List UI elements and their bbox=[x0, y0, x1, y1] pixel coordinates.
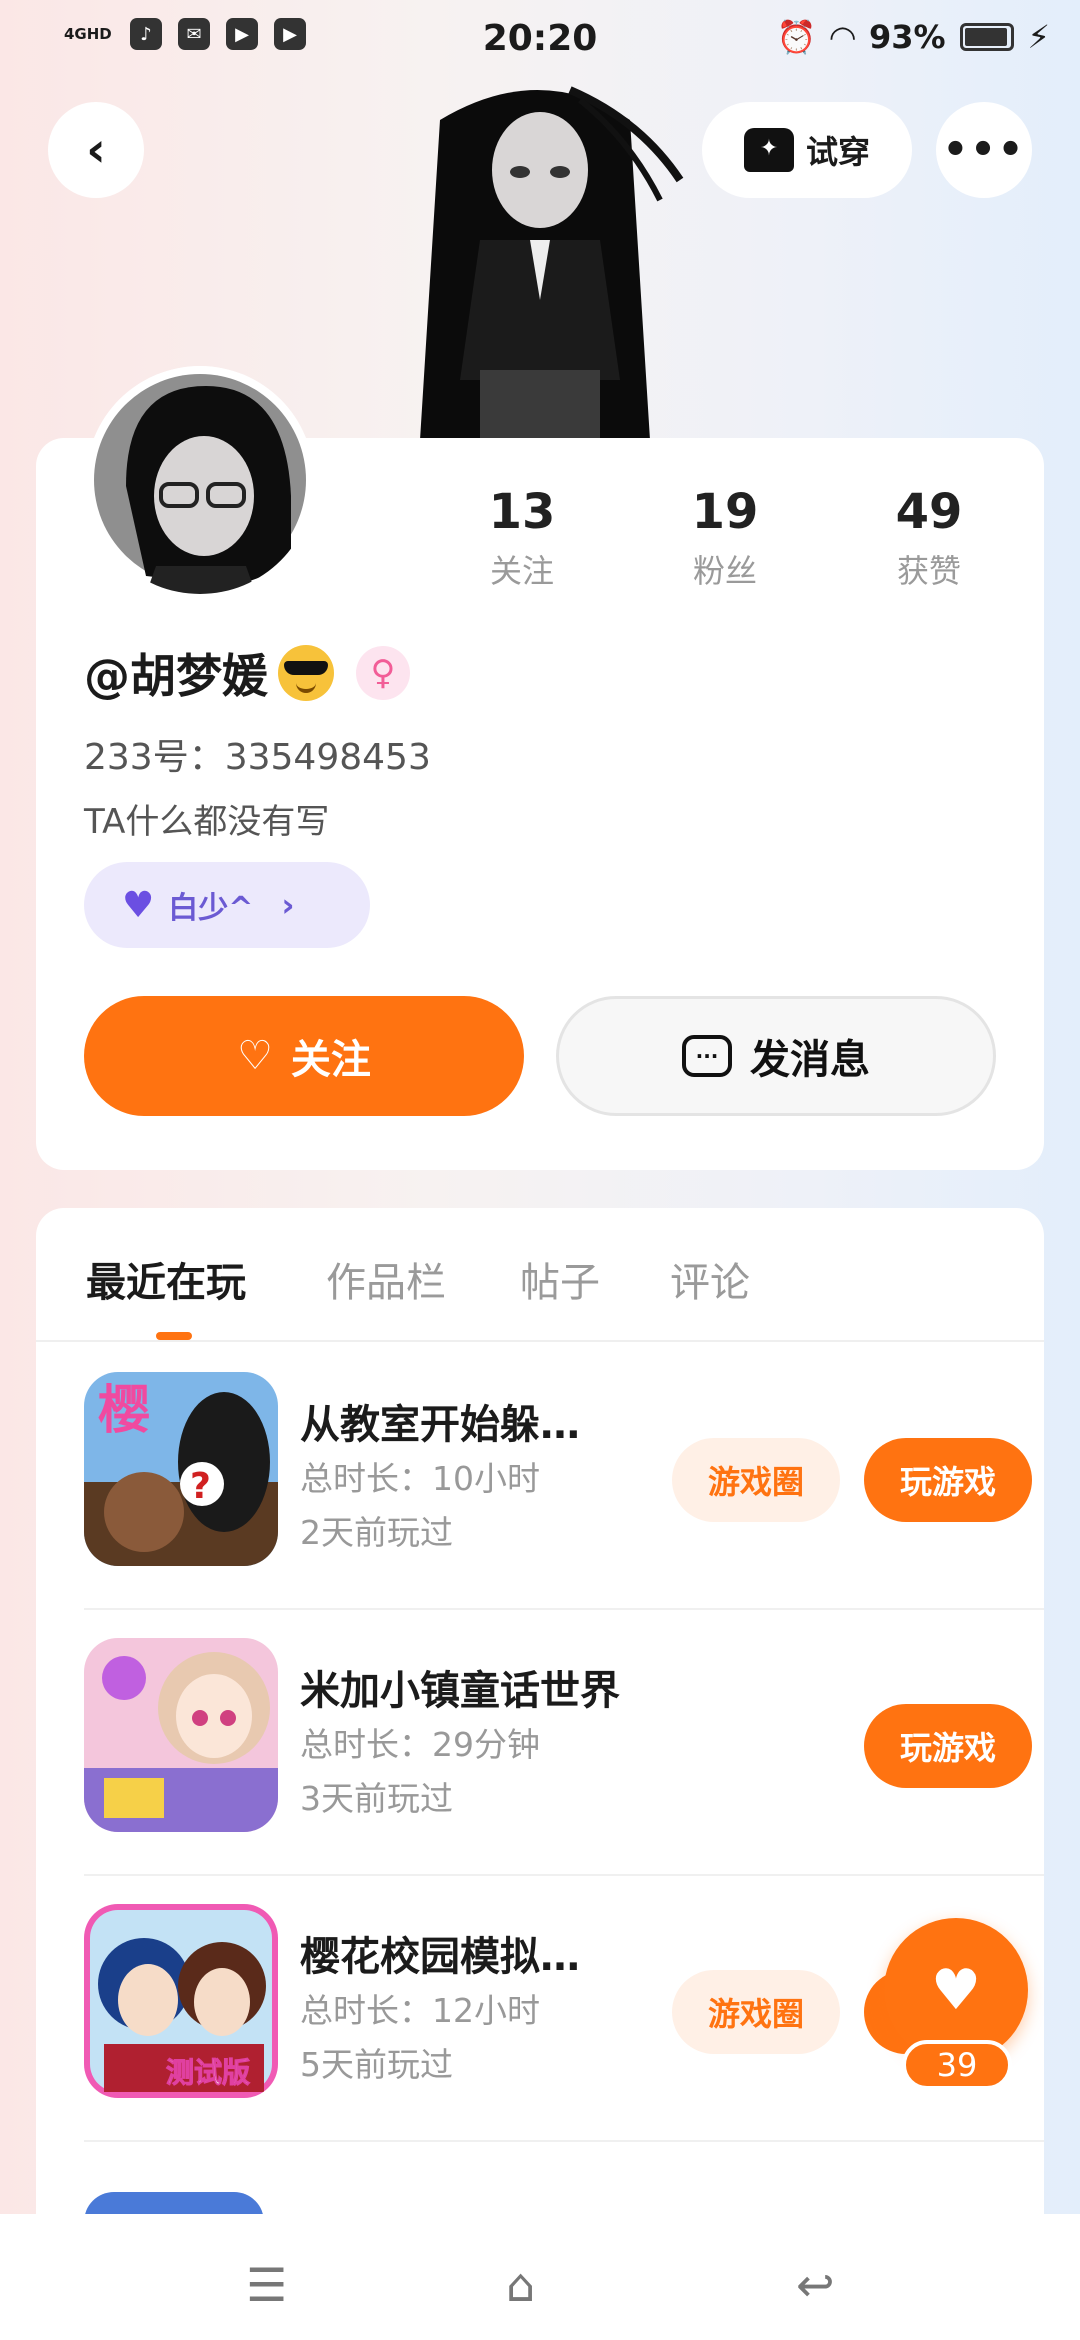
stat-followers[interactable]: 19 粉丝 bbox=[655, 484, 795, 592]
message-button[interactable]: ··· 发消息 bbox=[556, 996, 996, 1116]
status-right-icons: ⏰ ◠ 93% ⚡ bbox=[776, 18, 1050, 56]
stat-value: 13 bbox=[488, 484, 556, 540]
nickname: @胡梦媛 ♀ bbox=[84, 640, 410, 706]
wifi-icon: ◠ bbox=[830, 18, 855, 56]
game-last-played: 5天前玩过 bbox=[300, 2045, 453, 2084]
game-circle-button[interactable]: 游戏圈 bbox=[672, 1970, 840, 2054]
chevron-left-icon: ‹ bbox=[86, 122, 106, 178]
follow-button[interactable]: ♡ 关注 bbox=[84, 996, 524, 1116]
stat-label: 获赞 bbox=[896, 552, 961, 590]
shirt-icon bbox=[743, 128, 794, 172]
game-title: 樱花校园模拟… bbox=[300, 1934, 580, 1980]
game-last-played: 2天前玩过 bbox=[300, 1513, 453, 1552]
play-game-button[interactable]: 玩游戏 bbox=[864, 1438, 1032, 1522]
game-duration: 总时长：10小时 bbox=[300, 1459, 540, 1498]
game-title: 米加小镇童话世界 bbox=[300, 1668, 620, 1714]
battery-icon bbox=[959, 23, 1014, 51]
stat-label: 粉丝 bbox=[692, 552, 757, 590]
active-tab-indicator bbox=[156, 1332, 192, 1340]
tag-label: 白少^ bbox=[168, 891, 254, 926]
tab-bar: 最近在玩 作品栏 帖子 评论 bbox=[36, 1208, 1044, 1342]
avatar[interactable] bbox=[86, 366, 314, 594]
user-id: 233号：335498453 bbox=[84, 737, 431, 778]
game-icon[interactable] bbox=[84, 1638, 278, 1832]
tab-posts[interactable]: 帖子 bbox=[520, 1250, 600, 1308]
like-count: 39 bbox=[902, 2040, 1012, 2090]
game-duration: 总时长：12小时 bbox=[300, 1991, 540, 2030]
stat-value: 19 bbox=[691, 484, 759, 540]
back-nav-icon[interactable]: ↩ bbox=[796, 2258, 835, 2312]
game-icon[interactable]: 测试版 bbox=[84, 1904, 278, 2098]
tab-works[interactable]: 作品栏 bbox=[326, 1250, 446, 1308]
stat-following[interactable]: 13 关注 bbox=[452, 484, 592, 592]
try-on-button[interactable]: 试穿 bbox=[702, 102, 912, 198]
more-button[interactable]: ••• bbox=[936, 102, 1032, 198]
game-title: 从教室开始躲… bbox=[300, 1402, 580, 1448]
chevron-right-icon: › bbox=[281, 886, 295, 924]
game-icon[interactable]: 樱 ? bbox=[84, 1372, 278, 1566]
relationship-tag[interactable]: ♥ 白少^ › bbox=[84, 862, 370, 948]
menu-icon[interactable]: ☰ bbox=[246, 2258, 287, 2312]
game-item[interactable]: 樱 ? 从教室开始躲… 总时长：10小时 2天前玩过 游戏圈 玩游戏 bbox=[84, 1342, 1044, 1610]
more-dots-icon: ••• bbox=[942, 127, 1026, 173]
heart-plus-icon: ♡ bbox=[237, 1033, 273, 1079]
follow-label: 关注 bbox=[290, 1037, 371, 1083]
stat-value: 49 bbox=[895, 484, 963, 540]
tab-recent-played[interactable]: 最近在玩 bbox=[86, 1250, 246, 1308]
status-bar: 4GHD ♪ ✉ ▶ ▶ 20:20 ⏰ ◠ 93% ⚡ bbox=[0, 0, 1080, 80]
system-nav-bar: ☰ ⌂ ↩ bbox=[0, 2214, 1080, 2340]
svg-text:?: ? bbox=[190, 1466, 211, 1507]
games-card: 最近在玩 作品栏 帖子 评论 樱 ? 从教室开始躲… 总时长：10小时 2天前玩… bbox=[36, 1208, 1044, 2220]
game-icon-text: 樱 bbox=[98, 1381, 150, 1441]
tab-comments[interactable]: 评论 bbox=[670, 1250, 750, 1308]
message-label: 发消息 bbox=[750, 1037, 870, 1083]
female-gender-icon: ♀ bbox=[356, 646, 410, 700]
nickname-text: @胡梦媛 bbox=[84, 649, 268, 703]
heart-icon: ♥ bbox=[930, 1957, 982, 2023]
charging-icon: ⚡ bbox=[1027, 18, 1050, 56]
alarm-icon: ⏰ bbox=[776, 18, 817, 56]
game-duration: 总时长：29分钟 bbox=[300, 1725, 540, 1764]
bio: TA什么都没有写 bbox=[84, 802, 330, 842]
stat-label: 关注 bbox=[489, 552, 554, 590]
try-on-label: 试穿 bbox=[805, 133, 870, 171]
stat-likes[interactable]: 49 获赞 bbox=[859, 484, 999, 592]
game-item[interactable]: 米加小镇童话世界 总时长：29分钟 3天前玩过 玩游戏 bbox=[84, 1608, 1044, 1876]
battery-percent: 93% bbox=[868, 18, 946, 56]
game-last-played: 3天前玩过 bbox=[300, 1779, 453, 1818]
back-button[interactable]: ‹ bbox=[48, 102, 144, 198]
heart-icon: ♥ bbox=[122, 884, 155, 926]
game-circle-button[interactable]: 游戏圈 bbox=[672, 1438, 840, 1522]
character-avatar-figure bbox=[420, 86, 684, 440]
play-game-button[interactable]: 玩游戏 bbox=[864, 1704, 1032, 1788]
home-icon[interactable]: ⌂ bbox=[506, 2258, 535, 2312]
sunglasses-emoji-icon bbox=[278, 645, 334, 701]
chat-bubble-icon: ··· bbox=[682, 1035, 732, 1077]
game-icon-text: 测试版 bbox=[166, 2056, 250, 2089]
